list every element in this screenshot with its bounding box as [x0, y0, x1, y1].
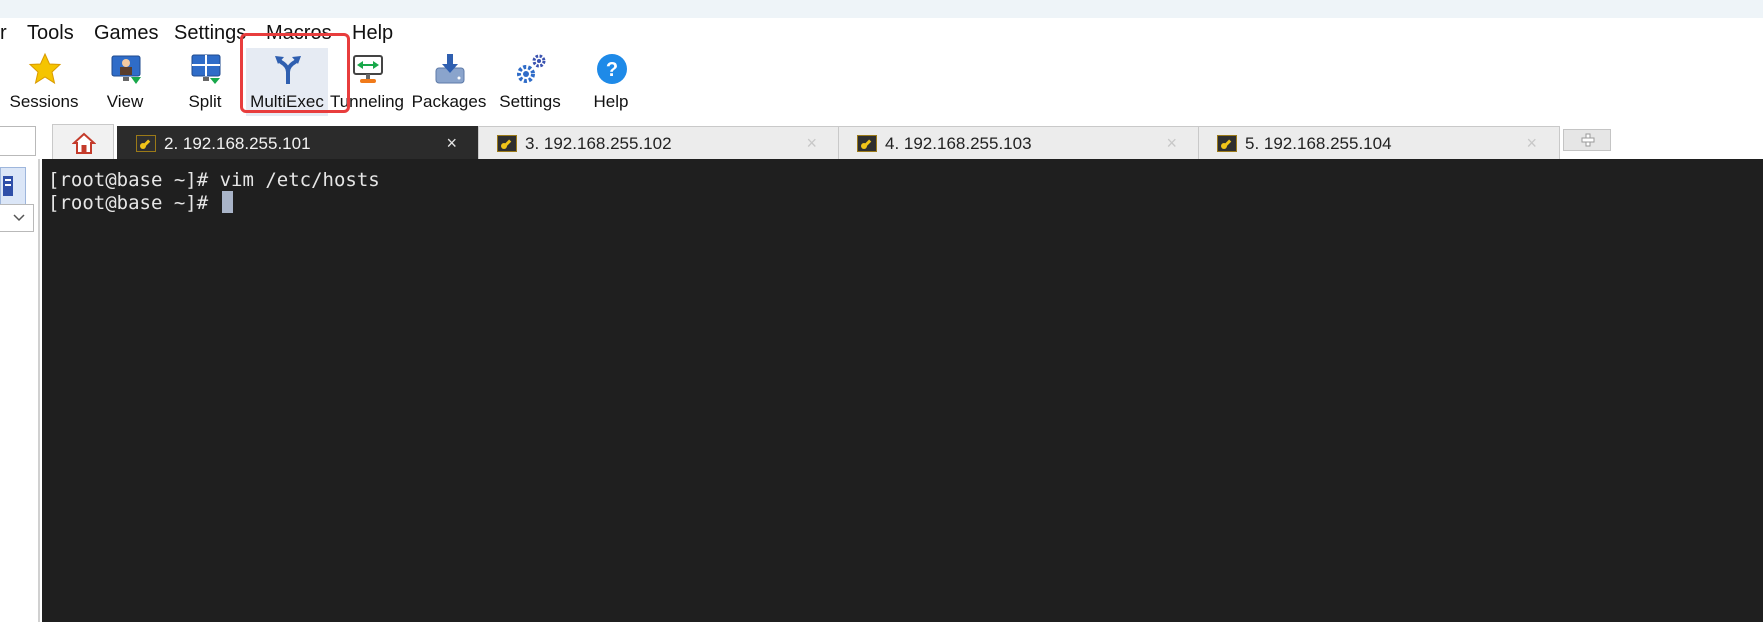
- split-screen-icon: [191, 54, 221, 84]
- fork-arrows-icon: [275, 56, 301, 84]
- help-button[interactable]: ? Help: [570, 48, 652, 116]
- sidebar-dropdown[interactable]: [0, 204, 34, 232]
- tab-close-icon[interactable]: ×: [1526, 133, 1537, 154]
- tab-session-4[interactable]: 4. 192.168.255.103 ×: [838, 126, 1200, 159]
- menu-bar: r Tools Games Settings Macros Help: [0, 18, 1763, 48]
- key-icon: [857, 135, 877, 152]
- home-icon: [72, 132, 96, 154]
- terminal-cursor: [221, 191, 233, 213]
- tab-label: 4. 192.168.255.103: [885, 134, 1032, 153]
- tab-label: 5. 192.168.255.104: [1245, 134, 1392, 153]
- star-icon: [28, 52, 62, 85]
- sidebar-sessions-button[interactable]: [0, 167, 26, 205]
- menu-item-help[interactable]: Help: [352, 22, 393, 45]
- menu-item-settings[interactable]: Settings: [174, 22, 246, 45]
- menu-item-games[interactable]: Games: [94, 22, 158, 45]
- tab-close-icon[interactable]: ×: [806, 133, 817, 154]
- tunnel-arrows-icon: [353, 55, 383, 83]
- key-icon: [497, 135, 517, 152]
- tab-session-5[interactable]: 5. 192.168.255.104 ×: [1198, 126, 1560, 159]
- tab-label: 2. 192.168.255.101: [164, 134, 311, 153]
- key-icon: [136, 135, 156, 152]
- window-top-strip: [0, 0, 1763, 18]
- left-panel-input[interactable]: [0, 126, 36, 156]
- tab-close-icon[interactable]: ×: [446, 133, 457, 154]
- tab-close-icon[interactable]: ×: [1166, 133, 1177, 154]
- terminal-line: [root@base ~]#: [48, 191, 233, 214]
- home-tab[interactable]: [52, 124, 114, 159]
- terminal-line: [root@base ~]# vim /etc/hosts: [48, 169, 380, 191]
- left-sidebar: [0, 159, 40, 622]
- menu-item-macros[interactable]: Macros: [266, 22, 332, 45]
- gears-icon: [517, 54, 546, 83]
- help-label: Help: [593, 92, 629, 111]
- new-tab-button[interactable]: [1563, 129, 1611, 151]
- tab-session-2[interactable]: 2. 192.168.255.101 ×: [117, 126, 480, 159]
- menu-item-tools[interactable]: Tools: [27, 22, 74, 45]
- monitor-user-icon: [111, 55, 141, 84]
- menu-item-partial[interactable]: r: [0, 22, 7, 45]
- svg-text:?: ?: [606, 59, 618, 81]
- tab-session-3[interactable]: 3. 192.168.255.102 ×: [478, 126, 840, 159]
- toolbar: Sessions View Split MultiExec Tunneling …: [0, 48, 1763, 118]
- plus-icon: [1581, 133, 1595, 147]
- tab-label: 3. 192.168.255.102: [525, 134, 672, 153]
- server-icon: [3, 176, 13, 196]
- terminal-prompt: [root@base ~]#: [48, 192, 220, 214]
- question-icon: ?: [597, 54, 627, 84]
- download-package-icon: [435, 54, 465, 84]
- terminal-pane[interactable]: [root@base ~]# vim /etc/hosts [root@base…: [42, 159, 1763, 622]
- key-icon: [1217, 135, 1237, 152]
- chevron-down-icon: [13, 214, 25, 222]
